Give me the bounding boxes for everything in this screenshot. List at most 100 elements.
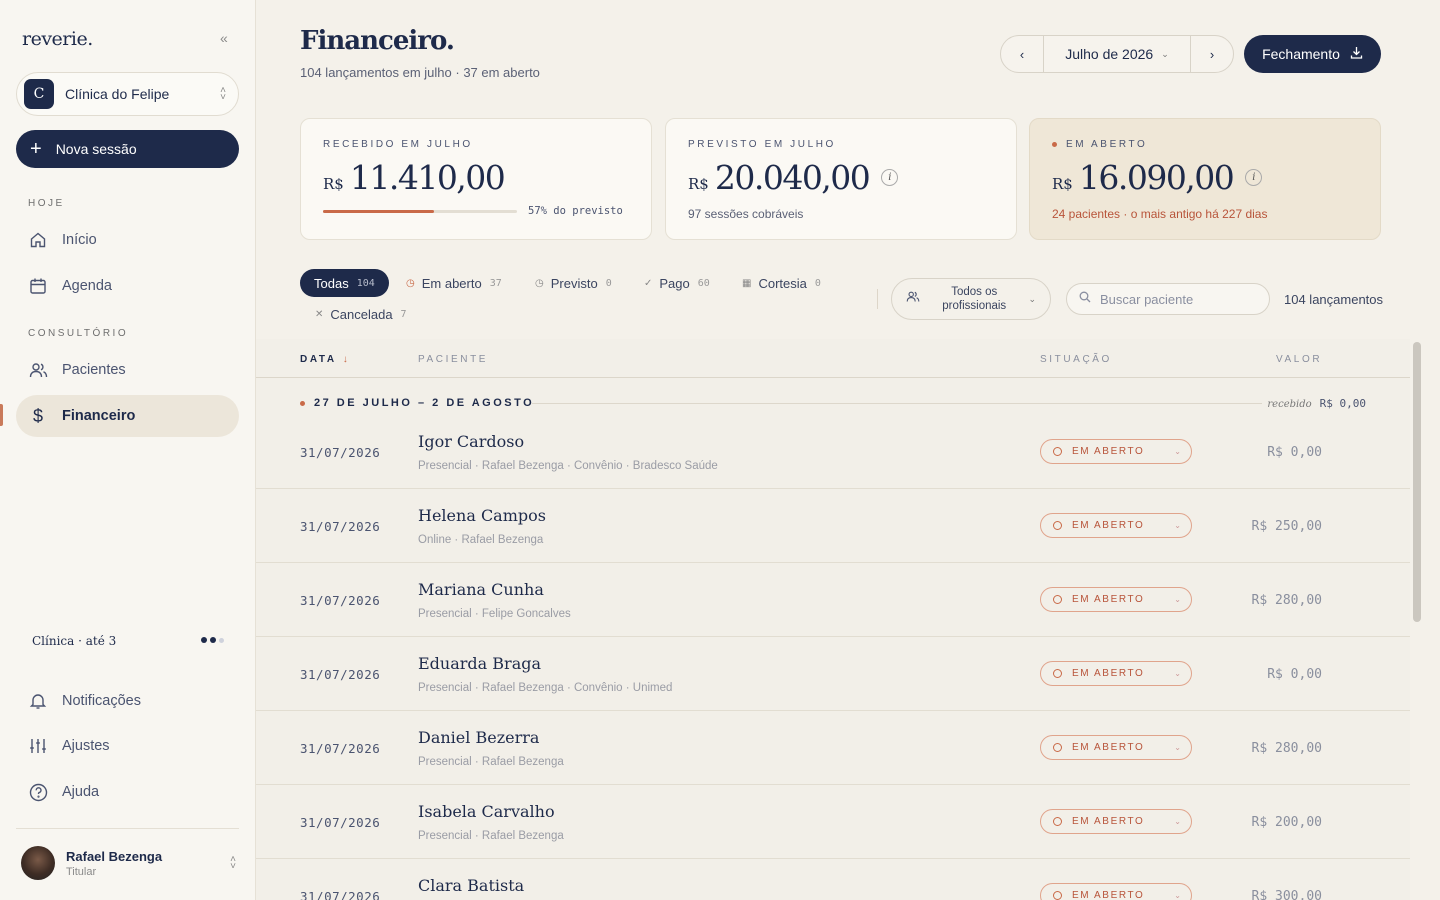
- patient-name[interactable]: Igor Cardoso: [418, 432, 524, 451]
- chip-count: 104: [356, 277, 375, 289]
- user-menu[interactable]: Rafael Bezenga Titular ˄ ˅: [21, 845, 236, 881]
- status-select[interactable]: EM ABERTO ⌄: [1040, 439, 1192, 464]
- status-select[interactable]: EM ABERTO ⌄: [1040, 661, 1192, 686]
- section-label-today: HOJE: [28, 198, 65, 209]
- status-select[interactable]: EM ABERTO ⌄: [1040, 513, 1192, 538]
- scrollbar[interactable]: [1413, 342, 1421, 622]
- info-icon[interactable]: i: [881, 169, 899, 186]
- table-row[interactable]: 31/07/2026 Mariana Cunha Presencial · Feli…: [256, 563, 1410, 637]
- users-icon: [906, 290, 920, 308]
- sidebar-item-ajustes[interactable]: Ajustes: [16, 725, 239, 767]
- row-value: R$ 280,00: [1251, 593, 1322, 608]
- sidebar-item-inicio[interactable]: Início: [16, 219, 239, 261]
- avatar: [21, 846, 55, 880]
- row-value: R$ 250,00: [1251, 519, 1322, 534]
- more-options-icon[interactable]: [201, 637, 224, 643]
- status-label: EM ABERTO: [1072, 890, 1145, 900]
- progress-text: 57% do previsto: [528, 205, 623, 217]
- filter-chip-todas[interactable]: Todas 104: [300, 269, 389, 297]
- received-card: RECEBIDO EM JULHO R$ 11.410,00 57% do pr…: [300, 118, 652, 240]
- table-row[interactable]: 31/07/2026 Igor Cardoso Presencial · Rafae…: [256, 415, 1410, 489]
- search-input[interactable]: [1100, 291, 1260, 307]
- expected-amount: 20.040,00: [714, 158, 871, 197]
- search-icon: [1079, 290, 1091, 308]
- users-icon: [28, 360, 48, 380]
- status-select[interactable]: EM ABERTO ⌄: [1040, 883, 1192, 900]
- column-header-date[interactable]: DATA ↓: [300, 354, 348, 365]
- table-row[interactable]: 31/07/2026 Helena Campos Online · Rafael B…: [256, 489, 1410, 563]
- status-label: EM ABERTO: [1072, 594, 1145, 605]
- previous-month-button[interactable]: ‹: [1001, 36, 1043, 72]
- table-row[interactable]: 31/07/2026 Clara Batista EM ABERTO ⌄ R$ 300,…: [256, 859, 1410, 900]
- next-month-button[interactable]: ›: [1191, 36, 1233, 72]
- chip-count: 60: [697, 277, 710, 289]
- new-session-button[interactable]: + Nova sessão: [16, 130, 239, 168]
- professional-label-1: Todos os: [951, 286, 998, 298]
- sidebar-item-agenda[interactable]: Agenda: [16, 265, 239, 307]
- chip-label: Em aberto: [421, 275, 482, 291]
- chevron-up-down-icon: ˄ ˅: [230, 854, 236, 872]
- clinic-selector[interactable]: C Clínica do Felipe ˄ ˅: [16, 72, 239, 116]
- patient-name[interactable]: Eduarda Braga: [418, 654, 541, 673]
- help-icon: [28, 782, 48, 802]
- chevron-down-icon: ⌄: [1174, 891, 1181, 900]
- sidebar-item-ajuda[interactable]: Ajuda: [16, 771, 239, 813]
- chevron-down-icon: ⌄: [1174, 743, 1181, 752]
- patient-name[interactable]: Mariana Cunha: [418, 580, 544, 599]
- filter-chip-previsto[interactable]: ◷ Previsto 0: [535, 269, 612, 297]
- professional-select[interactable]: Todos os profissionais ⌄: [891, 278, 1051, 320]
- table-row[interactable]: 31/07/2026 Daniel Bezerra Presencial · Raf…: [256, 711, 1410, 785]
- card-label: PREVISTO EM JULHO: [688, 139, 836, 150]
- patient-name[interactable]: Clara Batista: [418, 876, 524, 895]
- row-date: 31/07/2026: [300, 667, 381, 682]
- table-row[interactable]: 31/07/2026 Isabela Carvalho Presencial · R…: [256, 785, 1410, 859]
- patient-name[interactable]: Isabela Carvalho: [418, 802, 555, 821]
- chevron-down-icon: ⌄: [1161, 48, 1169, 59]
- row-date: 31/07/2026: [300, 445, 381, 460]
- closing-button[interactable]: Fechamento: [1244, 35, 1381, 73]
- download-icon: [1350, 46, 1363, 62]
- month-selector[interactable]: Julho de 2026 ⌄: [1043, 36, 1191, 72]
- row-value: R$ 300,00: [1251, 889, 1322, 900]
- column-header-patient: PACIENTE: [418, 354, 489, 365]
- week-received-value: R$ 0,00: [1319, 397, 1366, 410]
- status-select[interactable]: EM ABERTO ⌄: [1040, 587, 1192, 612]
- closing-label: Fechamento: [1262, 46, 1340, 62]
- status-dot-icon: [300, 401, 305, 406]
- clock-icon: [1053, 891, 1062, 900]
- sidebar-item-label: Notificações: [62, 693, 141, 709]
- sidebar-item-label: Financeiro: [62, 408, 136, 424]
- session-meta: Online · Rafael Bezenga: [418, 534, 544, 546]
- row-date: 31/07/2026: [300, 889, 381, 900]
- filter-divider: [877, 289, 878, 309]
- filter-chip-cancelada[interactable]: ✕ Cancelada 7: [315, 300, 407, 328]
- filter-chip-pago[interactable]: ✓ Pago 60: [644, 269, 710, 297]
- calendar-icon: [28, 276, 48, 296]
- status-label: EM ABERTO: [1072, 742, 1145, 753]
- chevron-down-icon: ⌄: [1028, 293, 1036, 304]
- status-select[interactable]: EM ABERTO ⌄: [1040, 809, 1192, 834]
- collapse-sidebar-icon[interactable]: «: [220, 30, 228, 46]
- chip-count: 7: [400, 308, 407, 320]
- status-select[interactable]: EM ABERTO ⌄: [1040, 735, 1192, 760]
- chip-count: 0: [814, 277, 821, 289]
- table-row[interactable]: 31/07/2026 Eduarda Braga Presencial · Rafa…: [256, 637, 1410, 711]
- row-date: 31/07/2026: [300, 815, 381, 830]
- clock-icon: [1053, 669, 1062, 678]
- app-logo[interactable]: reverie.: [22, 28, 93, 50]
- sidebar: reverie. « C Clínica do Felipe ˄ ˅ + Nova…: [0, 0, 256, 900]
- filter-chip-em-aberto[interactable]: ◷ Em aberto 37: [406, 269, 502, 297]
- sidebar-item-label: Início: [62, 232, 97, 248]
- row-value: R$ 0,00: [1267, 445, 1322, 460]
- filter-chip-cortesia[interactable]: ▦ Cortesia 0: [742, 269, 821, 297]
- info-icon[interactable]: i: [1245, 169, 1263, 186]
- patient-name[interactable]: Daniel Bezerra: [418, 728, 539, 747]
- sidebar-item-notificacoes[interactable]: Notificações: [16, 680, 239, 722]
- sidebar-item-pacientes[interactable]: Pacientes: [16, 349, 239, 391]
- sidebar-item-financeiro[interactable]: $ Financeiro: [16, 395, 239, 437]
- status-label: EM ABERTO: [1072, 446, 1145, 457]
- entries-table: DATA ↓ PACIENTE SITUAÇÃO VALOR 27 DE JULH…: [256, 339, 1410, 900]
- row-value: R$ 280,00: [1251, 741, 1322, 756]
- chevron-left-icon: ‹: [1019, 46, 1025, 62]
- patient-name[interactable]: Helena Campos: [418, 506, 546, 525]
